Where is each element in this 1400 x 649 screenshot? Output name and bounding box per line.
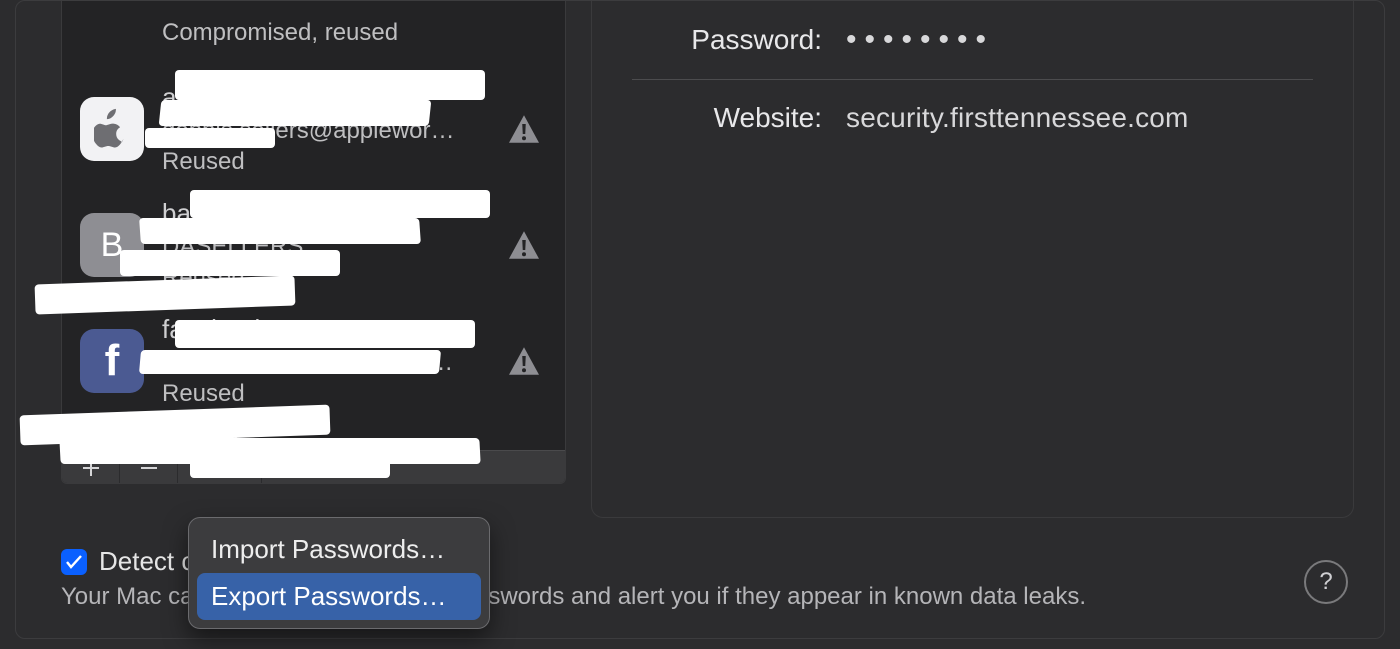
export-passwords-menu-item[interactable]: Export Passwords… — [197, 573, 481, 620]
list-item[interactable]: apple.com dennis.sellers@applewor… Reuse… — [62, 75, 565, 191]
site-icon-placeholder — [80, 1, 144, 65]
divider — [632, 79, 1313, 80]
warning-icon — [509, 347, 539, 375]
help-icon: ? — [1319, 568, 1332, 596]
site-username: dennis.sellers@comcast.… — [162, 347, 491, 378]
warning-icon — [509, 231, 539, 259]
password-list: Compromised, reused apple.com dennis.sel… — [62, 1, 565, 483]
password-details-pane: Password: •••••••• Website: security.fir… — [591, 1, 1354, 518]
password-status: Reused — [162, 146, 491, 177]
site-domain: barclaycardus.com — [162, 197, 491, 231]
warning-icon — [509, 115, 539, 143]
import-passwords-menu-item[interactable]: Import Passwords… — [197, 526, 481, 573]
list-item[interactable]: f facebook.com dennis.sellers@comcast.… … — [62, 307, 565, 423]
more-options-menu: Import Passwords… Export Passwords… — [188, 517, 490, 629]
password-status: Reused — [162, 262, 491, 293]
remove-button[interactable] — [120, 451, 178, 484]
more-options-button[interactable] — [178, 451, 262, 484]
list-item[interactable]: Compromised, reused — [62, 1, 565, 75]
password-list-sidebar: Compromised, reused apple.com dennis.sel… — [61, 1, 566, 484]
site-username: dennis.sellers@applewor… — [162, 115, 491, 146]
ellipsis-icon — [201, 458, 221, 478]
password-field-value[interactable]: •••••••• — [846, 23, 994, 57]
letter-b-icon: B — [80, 213, 144, 277]
password-field-label: Password: — [632, 24, 822, 56]
apple-icon — [80, 97, 144, 161]
password-status: Compromised, reused — [162, 17, 547, 48]
website-field-value[interactable]: security.firsttennessee.com — [846, 102, 1189, 134]
add-button[interactable] — [62, 451, 120, 484]
password-status: Reused — [162, 378, 491, 409]
facebook-icon: f — [80, 329, 144, 393]
site-domain: apple.com — [162, 81, 491, 115]
detect-compromised-checkbox[interactable] — [61, 549, 87, 575]
list-item[interactable]: B barclaycardus.com DASELLERS Reused — [62, 191, 565, 307]
site-domain: facebook.com — [162, 313, 491, 347]
website-field-label: Website: — [632, 102, 822, 134]
list-toolbar — [62, 450, 565, 483]
help-button[interactable]: ? — [1304, 560, 1348, 604]
chevron-down-icon — [227, 464, 239, 472]
site-username: DASELLERS — [162, 231, 491, 262]
